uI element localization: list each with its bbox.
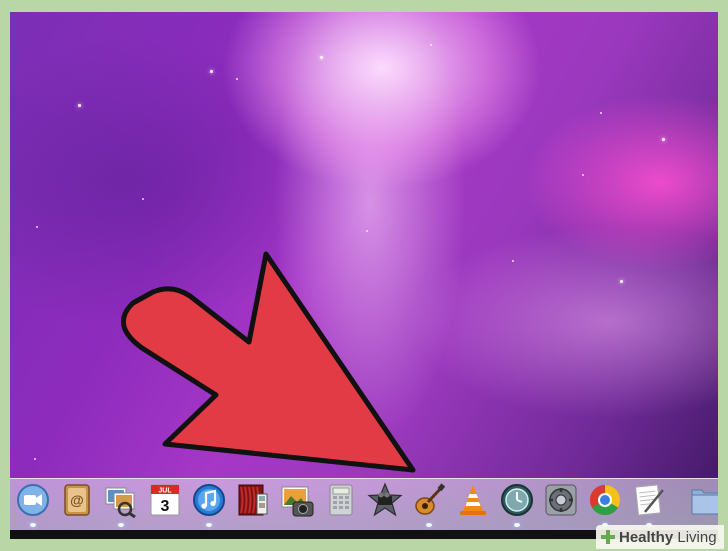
running-indicator — [514, 523, 520, 527]
system-preferences-icon — [545, 484, 577, 516]
watermark-brand-bold: Healthy — [619, 528, 674, 546]
watermark-text: Healthy Living — [619, 529, 717, 546]
vlc-icon — [460, 485, 486, 515]
dock-item-itunes[interactable] — [191, 482, 227, 518]
callout-arrow — [120, 251, 416, 473]
dock-item-chrome[interactable] — [587, 482, 623, 518]
calendar-icon: JUL 3 — [150, 484, 180, 516]
running-indicator — [118, 523, 124, 527]
desktop-screen: @ JUL 3 — [10, 12, 718, 539]
dock-item-imovie[interactable] — [367, 482, 403, 518]
running-indicator — [426, 523, 432, 527]
calculator-icon — [329, 484, 353, 516]
dock-item-garageband[interactable] — [411, 482, 447, 518]
dock-item-system-preferences[interactable] — [543, 482, 579, 518]
dock-item-facetime[interactable] — [15, 482, 51, 518]
preview-icon — [105, 487, 136, 518]
facetime-icon — [17, 484, 49, 516]
time-machine-icon — [501, 484, 533, 516]
watermark: Healthy Living — [596, 525, 724, 549]
chrome-icon — [589, 485, 621, 516]
itunes-icon — [193, 484, 225, 516]
dock-item-iphoto[interactable] — [279, 482, 315, 518]
svg-text:@: @ — [70, 492, 84, 508]
running-indicator — [206, 523, 212, 527]
dock-item-vlc[interactable] — [455, 482, 491, 518]
imovie-icon — [367, 482, 403, 517]
photo-booth-icon — [238, 484, 268, 516]
dock-item-preview[interactable] — [103, 482, 139, 518]
dock-item-address-book[interactable]: @ — [59, 482, 95, 518]
dock-item-calculator[interactable] — [323, 482, 359, 518]
address-book-icon: @ — [64, 484, 90, 516]
iphoto-icon — [281, 486, 314, 517]
textedit-icon — [635, 484, 664, 516]
dock-item-photo-booth[interactable] — [235, 482, 271, 518]
image-frame: @ JUL 3 Healthy Living — [0, 0, 728, 551]
running-indicator — [30, 523, 36, 527]
folder-icon — [691, 489, 718, 515]
dock-item-ical[interactable]: JUL 3 — [147, 482, 183, 518]
calendar-month: JUL — [158, 488, 172, 495]
health-cross-icon — [601, 530, 615, 544]
dock-item-applications-folder[interactable] — [689, 482, 718, 518]
dock-item-textedit[interactable] — [631, 482, 667, 518]
watermark-brand-thin: Living — [673, 528, 717, 546]
garageband-icon — [415, 483, 446, 515]
calendar-day: 3 — [161, 498, 170, 515]
dock-item-time-machine[interactable] — [499, 482, 535, 518]
